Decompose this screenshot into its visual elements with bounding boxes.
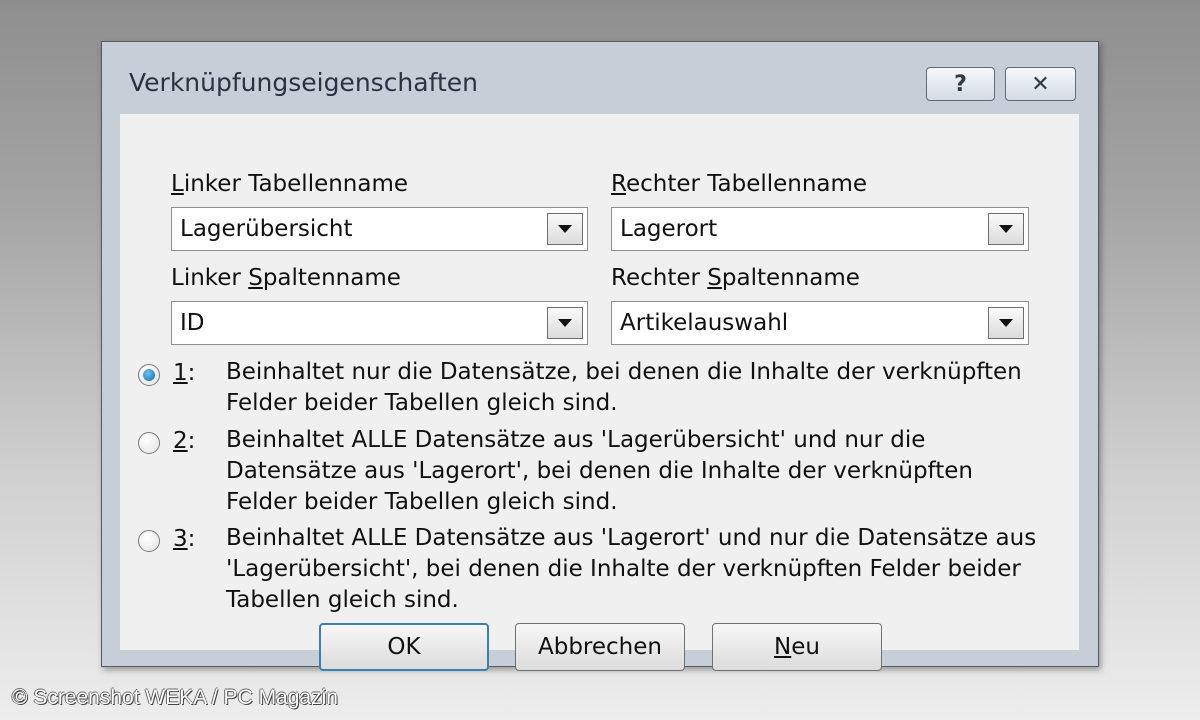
- chevron-down-icon: [999, 225, 1013, 233]
- left-column-select[interactable]: ID: [171, 301, 588, 345]
- left-table-dropdown-button[interactable]: [547, 213, 583, 245]
- right-column-value: Artikelauswahl: [620, 310, 789, 336]
- right-table-select[interactable]: Lagerort: [611, 207, 1029, 251]
- help-button[interactable]: ?: [926, 67, 995, 101]
- right-table-value: Lagerort: [620, 216, 718, 242]
- right-column-select[interactable]: Artikelauswahl: [611, 301, 1029, 345]
- join-properties-dialog: Verknüpfungseigenschaften ? ✕ Linker Tab…: [101, 41, 1099, 671]
- title-bar[interactable]: Verknüpfungseigenschaften ? ✕: [102, 42, 1098, 114]
- close-button[interactable]: ✕: [1005, 67, 1076, 101]
- close-icon: ✕: [1031, 71, 1050, 97]
- cancel-button[interactable]: Abbrechen: [515, 623, 685, 671]
- screenshot-credit: © Screenshot WEKA / PC Magazin: [12, 686, 338, 709]
- right-table-label: Rechter Tabellenname: [611, 171, 868, 197]
- chevron-down-icon: [999, 319, 1013, 327]
- left-column-dropdown-button[interactable]: [547, 307, 583, 339]
- dialog-content: Linker Tabellenname Lagerübersicht Recht…: [120, 114, 1079, 671]
- ok-button[interactable]: OK: [319, 623, 489, 671]
- left-table-label: Linker Tabellenname: [171, 171, 409, 197]
- left-column-label: Linker Spaltenname: [171, 265, 401, 291]
- option-3-number: 3:: [173, 526, 196, 552]
- help-icon: ?: [954, 71, 967, 97]
- option-2-number: 2:: [173, 428, 196, 454]
- option-1-radio[interactable]: [138, 364, 160, 386]
- right-table-dropdown-button[interactable]: [988, 213, 1024, 245]
- option-1-text[interactable]: Beinhaltet nur die Datensätze, bei denen…: [226, 357, 1086, 419]
- left-table-select[interactable]: Lagerübersicht: [171, 207, 588, 251]
- option-2-radio[interactable]: [138, 432, 160, 454]
- option-1-number: 1:: [173, 360, 196, 386]
- new-button[interactable]: Neu: [712, 623, 882, 671]
- dialog-title: Verknüpfungseigenschaften: [129, 68, 478, 97]
- option-3-radio[interactable]: [138, 530, 160, 552]
- chevron-down-icon: [558, 225, 572, 233]
- left-table-value: Lagerübersicht: [180, 216, 353, 242]
- right-column-label: Rechter Spaltenname: [611, 265, 860, 291]
- chevron-down-icon: [558, 319, 572, 327]
- option-3-text[interactable]: Beinhaltet ALLE Datensätze aus 'Lagerort…: [226, 523, 1086, 616]
- left-column-value: ID: [180, 310, 205, 336]
- option-2-text[interactable]: Beinhaltet ALLE Datensätze aus 'Lagerübe…: [226, 425, 1086, 518]
- right-column-dropdown-button[interactable]: [988, 307, 1024, 339]
